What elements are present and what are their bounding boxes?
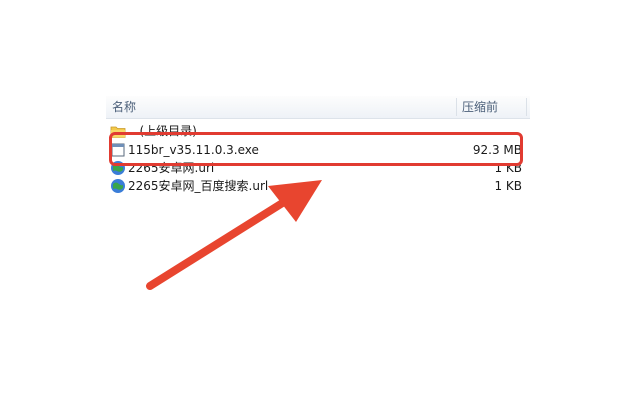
pointer-arrow [146, 180, 322, 290]
